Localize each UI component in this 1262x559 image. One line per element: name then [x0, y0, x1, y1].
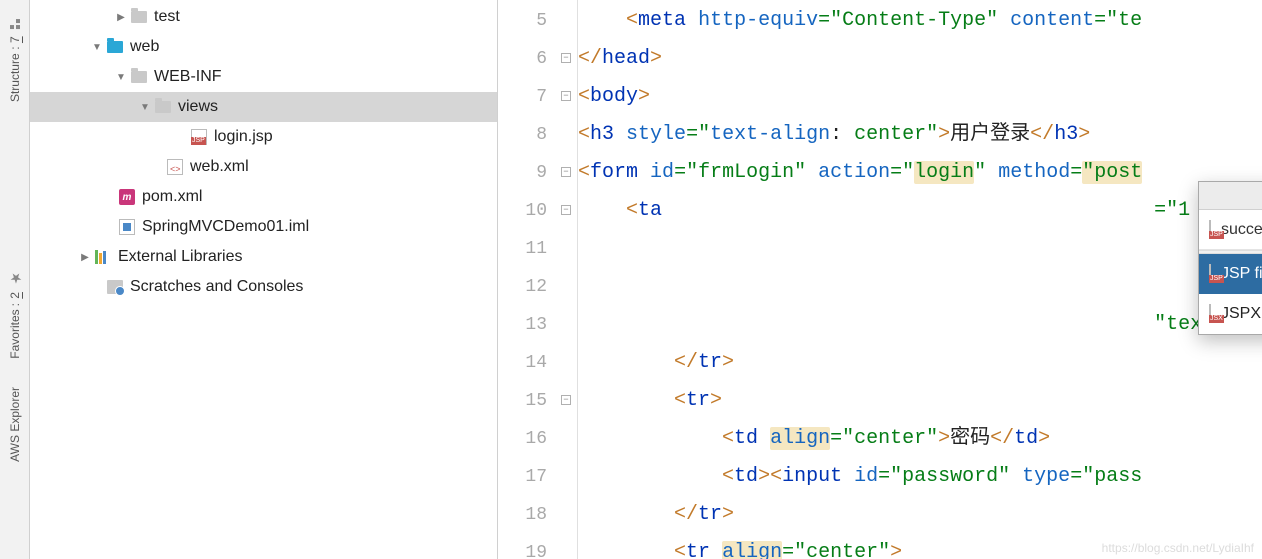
code-line[interactable]: <tr align="center">: [578, 534, 1262, 559]
fold-icon[interactable]: −: [561, 395, 571, 405]
line-number: 16: [498, 420, 577, 458]
tree-item-login-jsp[interactable]: login.jsp: [30, 122, 497, 152]
tool-favorites-num: 2: [8, 292, 22, 299]
tree-item-label: web: [130, 38, 159, 56]
tree-item-web[interactable]: ▼ web: [30, 32, 497, 62]
project-tree[interactable]: ▶ test ▼ web ▼ WEB-INF ▼ views login.jsp web.xml m…: [30, 0, 497, 302]
tree-item-label: WEB-INF: [154, 68, 222, 86]
tool-favorites[interactable]: Favorites :2 ★: [7, 270, 23, 359]
code-line[interactable]: <meta http-equiv="Content-Type" content=…: [578, 2, 1262, 40]
line-number: 19: [498, 534, 577, 559]
popup-option-jsp-file[interactable]: JSP file: [1199, 254, 1262, 294]
tool-aws-label: AWS Explorer: [8, 387, 22, 462]
code-line[interactable]: </tr>: [578, 344, 1262, 382]
editor-code[interactable]: <meta http-equiv="Content-Type" content=…: [578, 0, 1262, 559]
editor-gutter: 56−7−89−10−1112131415−16171819: [498, 0, 578, 559]
fold-icon[interactable]: −: [561, 91, 571, 101]
line-number: 6−: [498, 40, 577, 78]
jsp-icon: [1209, 221, 1211, 238]
project-panel: ▶ test ▼ web ▼ WEB-INF ▼ views login.jsp web.xml m…: [30, 0, 498, 559]
line-number: 14: [498, 344, 577, 382]
fold-icon[interactable]: −: [561, 167, 571, 177]
create-jsp-popup: Create JSP/JSPX page JSP file JSPX file: [1198, 181, 1262, 335]
tree-item-label: views: [178, 98, 218, 116]
folder-icon: [130, 68, 148, 86]
popup-option-label: JSP file: [1221, 265, 1262, 283]
popup-option-label: JSPX file: [1221, 305, 1262, 323]
tree-item-web-inf[interactable]: ▼ WEB-INF: [30, 62, 497, 92]
code-line[interactable]: <h3 style="text-align: center">用户登录</h3>: [578, 116, 1262, 154]
tree-item-external-libraries[interactable]: ▶ External Libraries: [30, 242, 497, 272]
disclosure-triangle-icon[interactable]: ▼: [90, 42, 104, 53]
code-line[interactable]: <form id="frmLogin" action="login" metho…: [578, 154, 1262, 192]
line-number: 17: [498, 458, 577, 496]
tool-structure-label: Structure: [8, 53, 22, 102]
code-line[interactable]: "text: [578, 306, 1262, 344]
lib-icon: [94, 248, 112, 266]
folder-icon: [130, 8, 148, 26]
disclosure-triangle-icon[interactable]: ▼: [138, 102, 152, 113]
code-line[interactable]: <td align="center">密码</td>: [578, 420, 1262, 458]
fold-icon[interactable]: −: [561, 53, 571, 63]
tree-item-label: login.jsp: [214, 128, 273, 146]
line-number: 9−: [498, 154, 577, 192]
fold-icon[interactable]: −: [561, 205, 571, 215]
line-number: 18: [498, 496, 577, 534]
tree-item-label: test: [154, 8, 180, 26]
pom-icon: m: [118, 188, 136, 206]
code-line[interactable]: <td><input id="password" type="pass: [578, 458, 1262, 496]
code-line[interactable]: </tr>: [578, 496, 1262, 534]
ide-root: Structure :7 Favorites :2 ★ AWS Explorer…: [0, 0, 1262, 559]
line-number: 5: [498, 2, 577, 40]
code-line[interactable]: </head>: [578, 40, 1262, 78]
jsp-icon: [1209, 265, 1211, 283]
code-line[interactable]: <tr>: [578, 382, 1262, 420]
folder-icon: [154, 98, 172, 116]
code-line[interactable]: [578, 230, 1262, 268]
tree-item-views[interactable]: ▼ views: [30, 92, 497, 122]
tree-item-springmvcdemo01-iml[interactable]: SpringMVCDemo01.iml: [30, 212, 497, 242]
tree-item-web-xml[interactable]: web.xml: [30, 152, 497, 182]
tree-item-test[interactable]: ▶ test: [30, 2, 497, 32]
jspx-icon: [1209, 305, 1211, 323]
editor-area: 56−7−89−10−1112131415−16171819 <meta htt…: [498, 0, 1262, 559]
popup-input-row: [1199, 210, 1262, 250]
line-number: 12: [498, 268, 577, 306]
tree-item-label: pom.xml: [142, 188, 202, 206]
tree-item-label: External Libraries: [118, 248, 243, 266]
code-line[interactable]: [578, 268, 1262, 306]
line-number: 15−: [498, 382, 577, 420]
line-number: 10−: [498, 192, 577, 230]
line-number: 8: [498, 116, 577, 154]
disclosure-triangle-icon[interactable]: ▶: [114, 12, 128, 23]
tree-item-label: Scratches and Consoles: [130, 278, 303, 296]
tool-favorites-label: Favorites: [8, 309, 22, 358]
tree-item-label: SpringMVCDemo01.iml: [142, 218, 309, 236]
popup-option-jspx-file[interactable]: JSPX file: [1199, 294, 1262, 334]
popup-filename-input[interactable]: [1221, 221, 1262, 239]
disclosure-triangle-icon[interactable]: ▶: [78, 252, 92, 263]
tree-item-label: web.xml: [190, 158, 249, 176]
left-tool-strip: Structure :7 Favorites :2 ★ AWS Explorer: [0, 0, 30, 559]
tool-structure[interactable]: Structure :7: [8, 18, 22, 102]
code-line[interactable]: <ta ="1: [578, 192, 1262, 230]
scratch-icon: [106, 278, 124, 296]
line-number: 13: [498, 306, 577, 344]
jsp-icon: [190, 128, 208, 146]
tool-structure-num: 7: [8, 36, 22, 43]
iml-icon: [118, 218, 136, 236]
xml-icon: [166, 158, 184, 176]
folder-web-icon: [106, 38, 124, 56]
tree-item-scratches-and-consoles[interactable]: Scratches and Consoles: [30, 272, 497, 302]
line-number: 7−: [498, 78, 577, 116]
disclosure-triangle-icon[interactable]: ▼: [114, 72, 128, 83]
tool-aws-explorer[interactable]: AWS Explorer: [8, 387, 22, 462]
code-line[interactable]: <body>: [578, 78, 1262, 116]
popup-title: Create JSP/JSPX page: [1199, 182, 1262, 210]
line-number: 11: [498, 230, 577, 268]
tree-item-pom-xml[interactable]: m pom.xml: [30, 182, 497, 212]
